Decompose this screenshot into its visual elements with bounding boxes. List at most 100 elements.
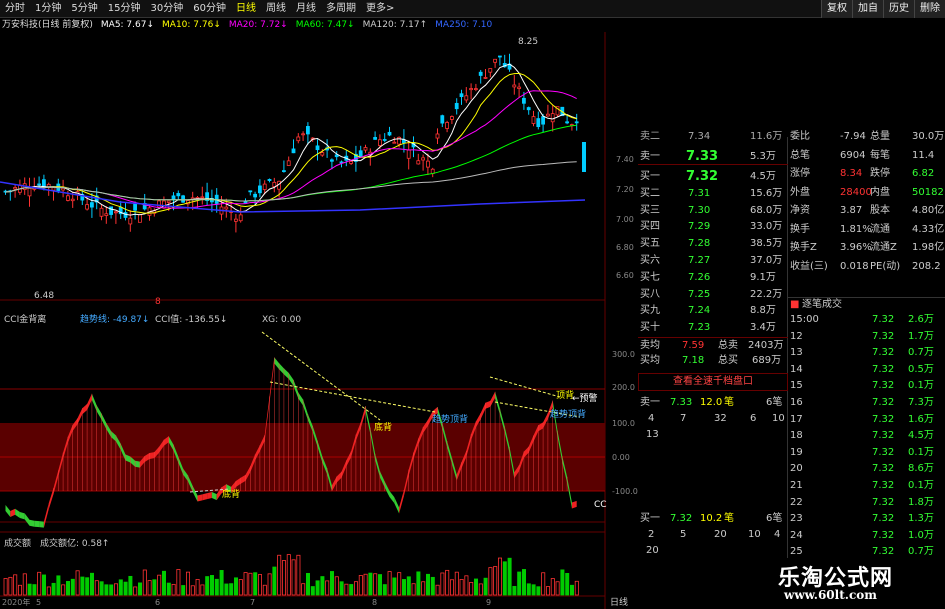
volume-bar [128,575,133,596]
tick-row: 20 7.32 8.6万 [790,463,934,475]
volume-bar [137,582,142,596]
cci-segment [389,491,395,504]
volume-bar [541,572,546,596]
volume-bar [430,576,435,596]
full-depth-link[interactable]: 查看全速千档盘口 [638,373,788,391]
candle-body [262,183,267,190]
restore-button[interactable]: 复权 [821,0,852,18]
candle-body [253,193,258,198]
tick-row: 12 7.32 1.7万 [790,330,934,342]
volume-bar [387,571,392,596]
cci-red-marker: 8 [155,297,161,307]
stat-row: 总笔 6904 每笔 11.4 [790,149,935,161]
candle-body [541,116,545,125]
tick-row: 22 7.32 1.8万 [790,496,934,508]
volume-bar [214,578,219,596]
candle-body [517,86,521,89]
period-tab[interactable]: 30分钟 [145,0,188,18]
order-row-buy: 买六 7.27 37.0万 [640,255,783,266]
period-tab[interactable]: 5分钟 [66,0,102,18]
period-tab[interactable]: 60分钟 [188,0,231,18]
volume-bar [229,583,234,596]
volume-bar [401,579,406,596]
cci-trend-top-label: 趋势顶背 [432,413,468,425]
candle-body [440,115,445,124]
candle-body [512,84,517,88]
candle-body [373,137,378,140]
volume-bar [531,584,536,596]
volume-bar [27,583,32,596]
candle-body [459,93,464,98]
more-button[interactable]: 更多> [361,0,399,18]
volume-bar [339,581,344,596]
volume-bar [435,584,440,596]
period-tab[interactable]: 1分钟 [30,0,66,18]
candle-body [137,214,142,223]
cci-segment [394,497,400,514]
period-indicator: 日线 [610,596,628,608]
cci-trend-value: 趋势线: -49.87↓ [80,313,149,325]
candle-body [200,196,205,199]
cci-segment [207,492,212,500]
candle-body [392,141,397,144]
volume-bar [209,575,214,596]
cci-segment [24,513,30,526]
volume-bar [565,572,570,596]
stat-row: 外盘 28400 内盘 50182 [790,186,944,198]
volume-bar [56,575,61,596]
period-tab[interactable]: 多周期 [321,0,361,18]
period-tab[interactable]: 周线 [261,0,291,18]
volume-bar [190,585,195,596]
ma20-value: MA20: 7.72↓ [228,20,288,30]
history-button[interactable]: 历史 [883,0,914,18]
delete-button[interactable]: 删除 [914,0,945,18]
watermark-logo: 乐淘公式网 www.60lt.com [760,558,945,609]
volume-bar [61,584,66,596]
cci-segment [87,393,92,410]
volume-bar [550,578,555,596]
volume-bar [8,576,13,596]
volume-bar [281,560,286,596]
cci-segment [279,363,284,375]
cci-tick: 100.0 [612,419,635,428]
stat-row: 收益(三) 0.018 PE(动) 208.2 [790,260,941,272]
queue-sell-row: 卖一 7.33 12.0 笔 6笔 [640,397,783,408]
volume-bar [51,582,56,596]
volume-bar [334,576,339,596]
cci-tick: 0.00 [612,453,630,462]
volume-bar [253,572,258,596]
volume-bar [166,582,171,596]
cci-segment [485,400,491,409]
candle-body [526,107,531,111]
tick-row: 24 7.32 1.0万 [790,529,934,541]
price-tick: 7.00 [616,215,634,224]
volume-bar [425,573,430,596]
period-tab[interactable]: 月线 [291,0,321,18]
cci-tick: -100.0 [612,487,638,496]
volume-bar [296,554,301,596]
volume-bar [411,583,416,596]
candle-body [550,113,555,123]
tick-row: 19 7.32 0.1万 [790,446,934,458]
cci-title: CCI金背离 [4,313,46,325]
cci-segment [490,391,496,407]
candle-body [416,160,421,165]
candle-body [114,211,118,214]
cci-segment [96,405,102,420]
candle-body [315,145,320,151]
candle-body [382,139,387,141]
cci-segment [19,511,25,520]
period-tab[interactable]: 15分钟 [103,0,146,18]
period-tab[interactable]: 分时 [0,0,30,18]
volume-bar [373,573,378,596]
volume-bar [46,586,51,596]
candle-body [320,152,325,156]
volume-bar [109,584,114,596]
volume-bar [315,580,320,596]
volume-bar [478,583,483,596]
cci-segment [303,399,308,421]
volume-bar [522,569,527,596]
add-watch-button[interactable]: 加自 [852,0,883,18]
cci-segment [211,492,217,501]
period-tab-daily[interactable]: 日线 [231,0,261,18]
